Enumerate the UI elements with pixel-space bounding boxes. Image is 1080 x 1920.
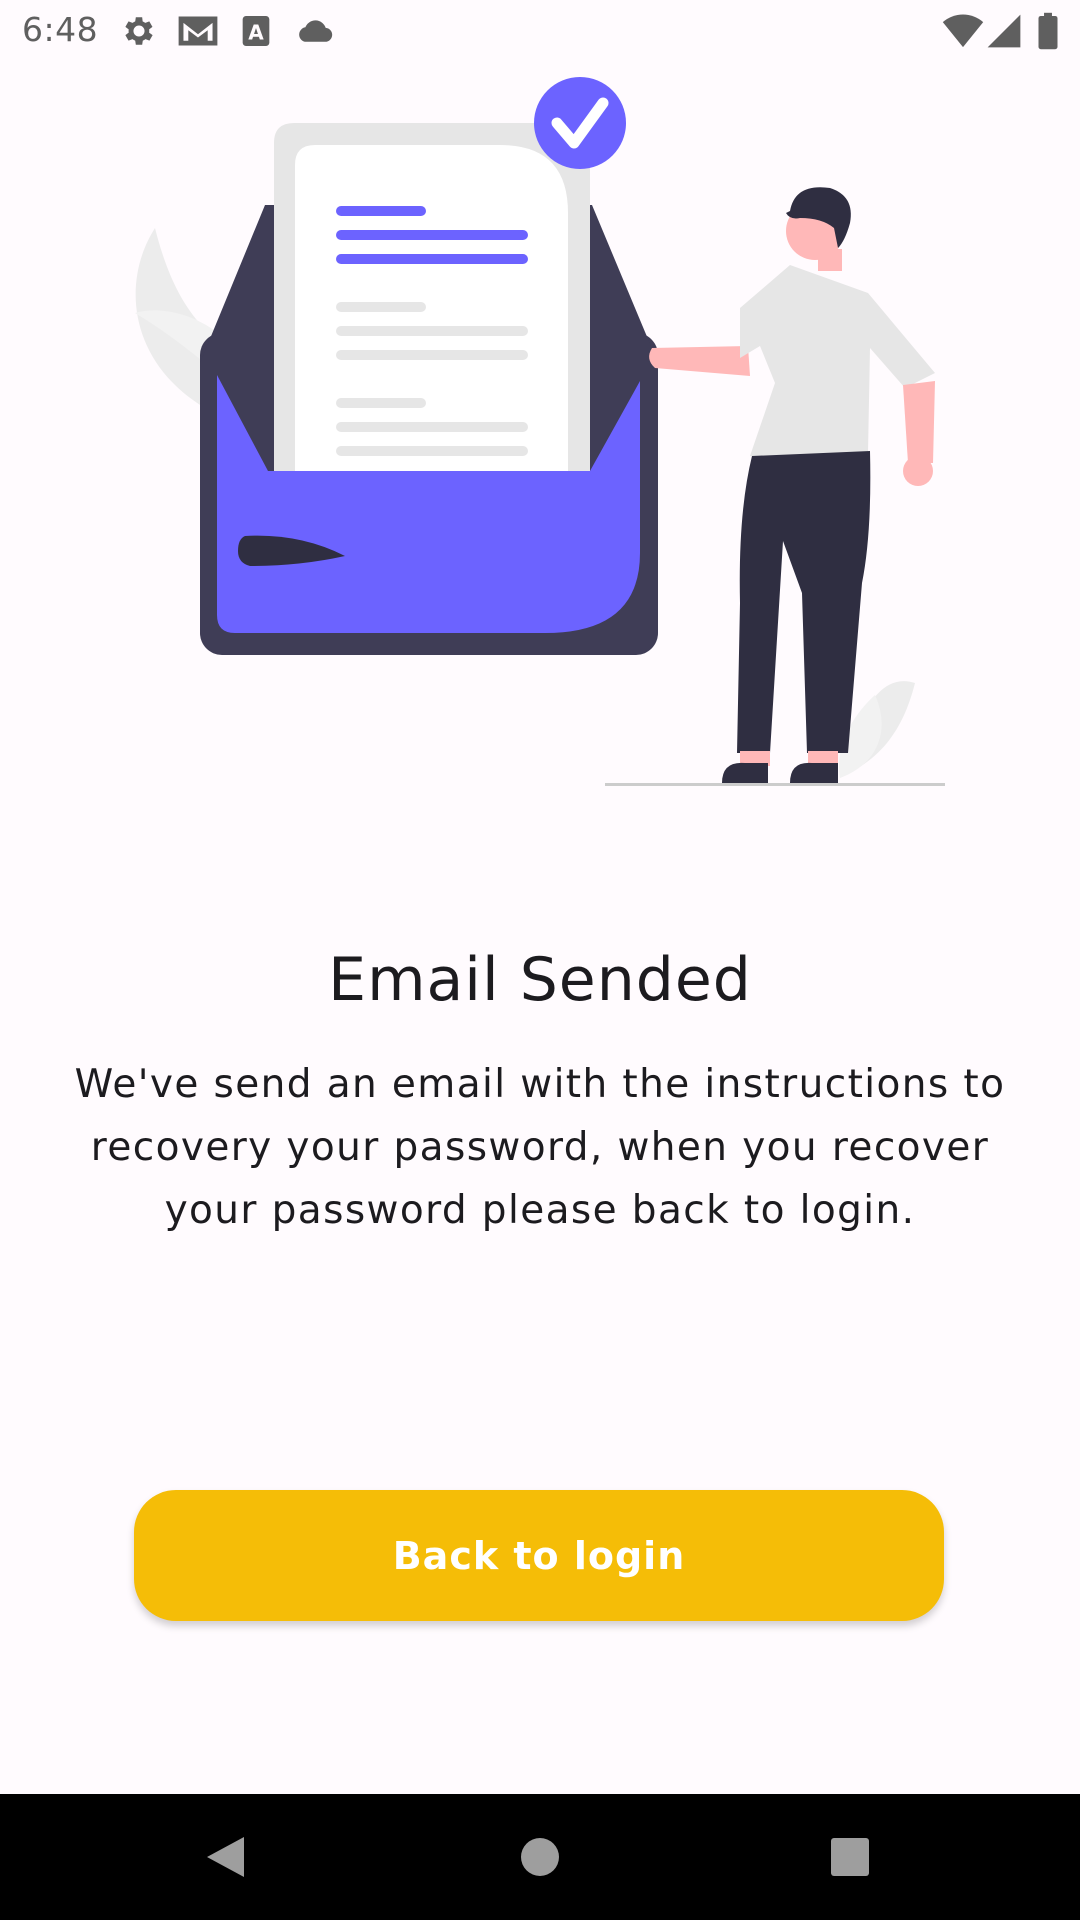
wifi-icon — [942, 14, 984, 48]
page-title: Email Sended — [328, 945, 752, 1015]
signal-icon — [987, 14, 1021, 48]
email-sent-screen: 6:48 A Email Sended We've send an email … — [0, 0, 1080, 1920]
status-time: 6:48 — [22, 10, 99, 49]
keyboard-a-icon: A — [242, 16, 270, 46]
gmail-icon — [178, 16, 218, 46]
instructions-message: We've send an email with the instruction… — [74, 1062, 1006, 1233]
ground-line — [605, 783, 945, 786]
battery-icon — [1038, 12, 1058, 50]
home-circle-icon[interactable] — [507, 1824, 573, 1890]
cloud-icon — [299, 20, 333, 42]
envelope-icon — [200, 123, 658, 655]
email-sent-illustration — [135, 77, 945, 786]
back-to-login-button[interactable]: Back to login — [134, 1490, 944, 1621]
svg-text:A: A — [248, 20, 264, 44]
system-navigation-bar — [0, 1794, 1080, 1920]
back-triangle-icon[interactable] — [197, 1824, 263, 1890]
status-bar: 6:48 A — [0, 0, 1080, 63]
settings-gear-icon — [125, 17, 153, 45]
checkmark-badge-icon — [534, 77, 626, 169]
document-icon — [274, 123, 590, 483]
recents-square-icon[interactable] — [817, 1824, 883, 1890]
